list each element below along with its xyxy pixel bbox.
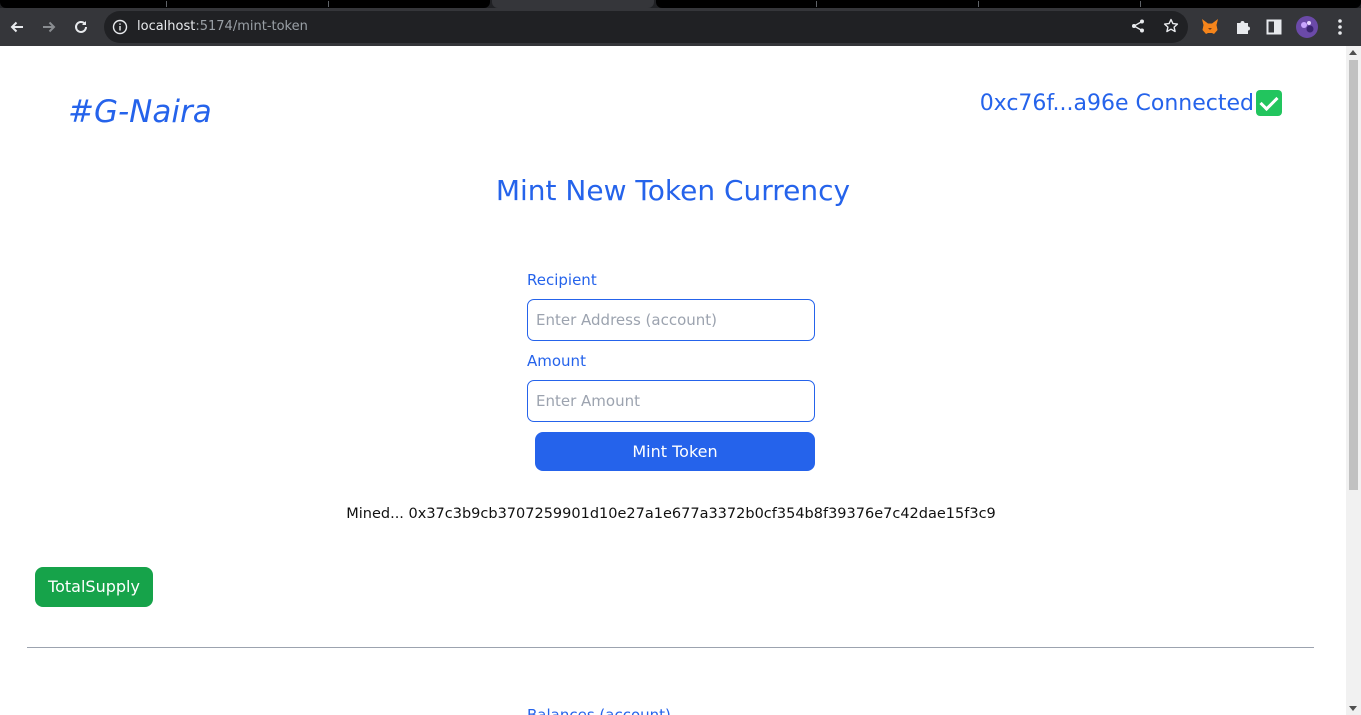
wallet-connection-status[interactable]: 0xc76f...a96e Connected [980,90,1282,116]
mint-form: Recipient Amount [527,270,817,422]
share-icon[interactable] [1130,18,1146,34]
extensions-puzzle-icon[interactable] [1233,17,1253,37]
mined-transaction-message: Mined... 0x37c3b9cb3707259901d10e27a1e67… [346,506,996,522]
browser-tab[interactable] [656,0,1361,8]
page-scrollbar[interactable] [1346,46,1361,715]
web-page: #G-Naira 0xc76f...a96e Connected Mint Ne… [0,46,1346,715]
profile-avatar[interactable] [1296,16,1318,38]
wallet-status-text: 0xc76f...a96e Connected [979,90,1254,116]
back-button[interactable] [1,11,33,43]
brand-logo-text[interactable]: #G-Naira [68,94,212,130]
url-text[interactable]: localhost:5174/mint-token [137,19,308,34]
check-mark-icon [1256,90,1282,116]
scroll-down-arrow-icon[interactable] [1349,706,1357,711]
tab-separator [1140,1,1141,7]
balances-label: Balances (account) [527,706,671,715]
metamask-fox-icon[interactable] [1200,17,1220,37]
amount-input[interactable] [527,380,815,422]
scroll-up-arrow-icon[interactable] [1349,50,1357,55]
reload-button[interactable] [65,11,97,43]
scrollbar-thumb[interactable] [1349,60,1358,490]
side-panel-icon[interactable] [1264,17,1284,37]
tab-separator [328,1,329,7]
recipient-label: Recipient [527,271,597,289]
recipient-input[interactable] [527,299,815,341]
active-browser-tab[interactable] [492,0,654,8]
section-divider [27,647,1314,648]
address-bar[interactable]: localhost:5174/mint-token [104,11,1188,43]
url-path: :5174/mint-token [195,19,308,34]
url-host: localhost [137,19,196,34]
bookmark-star-icon[interactable] [1163,18,1179,34]
forward-button[interactable] [33,11,65,43]
tab-separator [816,1,817,7]
browser-tab-strip [0,0,1361,8]
page-title: Mint New Token Currency [495,174,851,207]
total-supply-button[interactable]: TotalSupply [35,567,153,607]
browser-menu-icon[interactable] [1330,17,1350,37]
forward-arrow-icon [43,21,56,33]
back-arrow-icon [10,21,23,33]
browser-toolbar: localhost:5174/mint-token [0,8,1361,46]
mint-token-button[interactable]: Mint Token [535,432,815,471]
tab-separator [166,1,167,7]
reload-icon [75,20,87,33]
tab-separator [978,1,979,7]
amount-label: Amount [527,352,586,370]
site-info-icon[interactable] [112,19,128,35]
browser-tab[interactable] [0,0,490,8]
